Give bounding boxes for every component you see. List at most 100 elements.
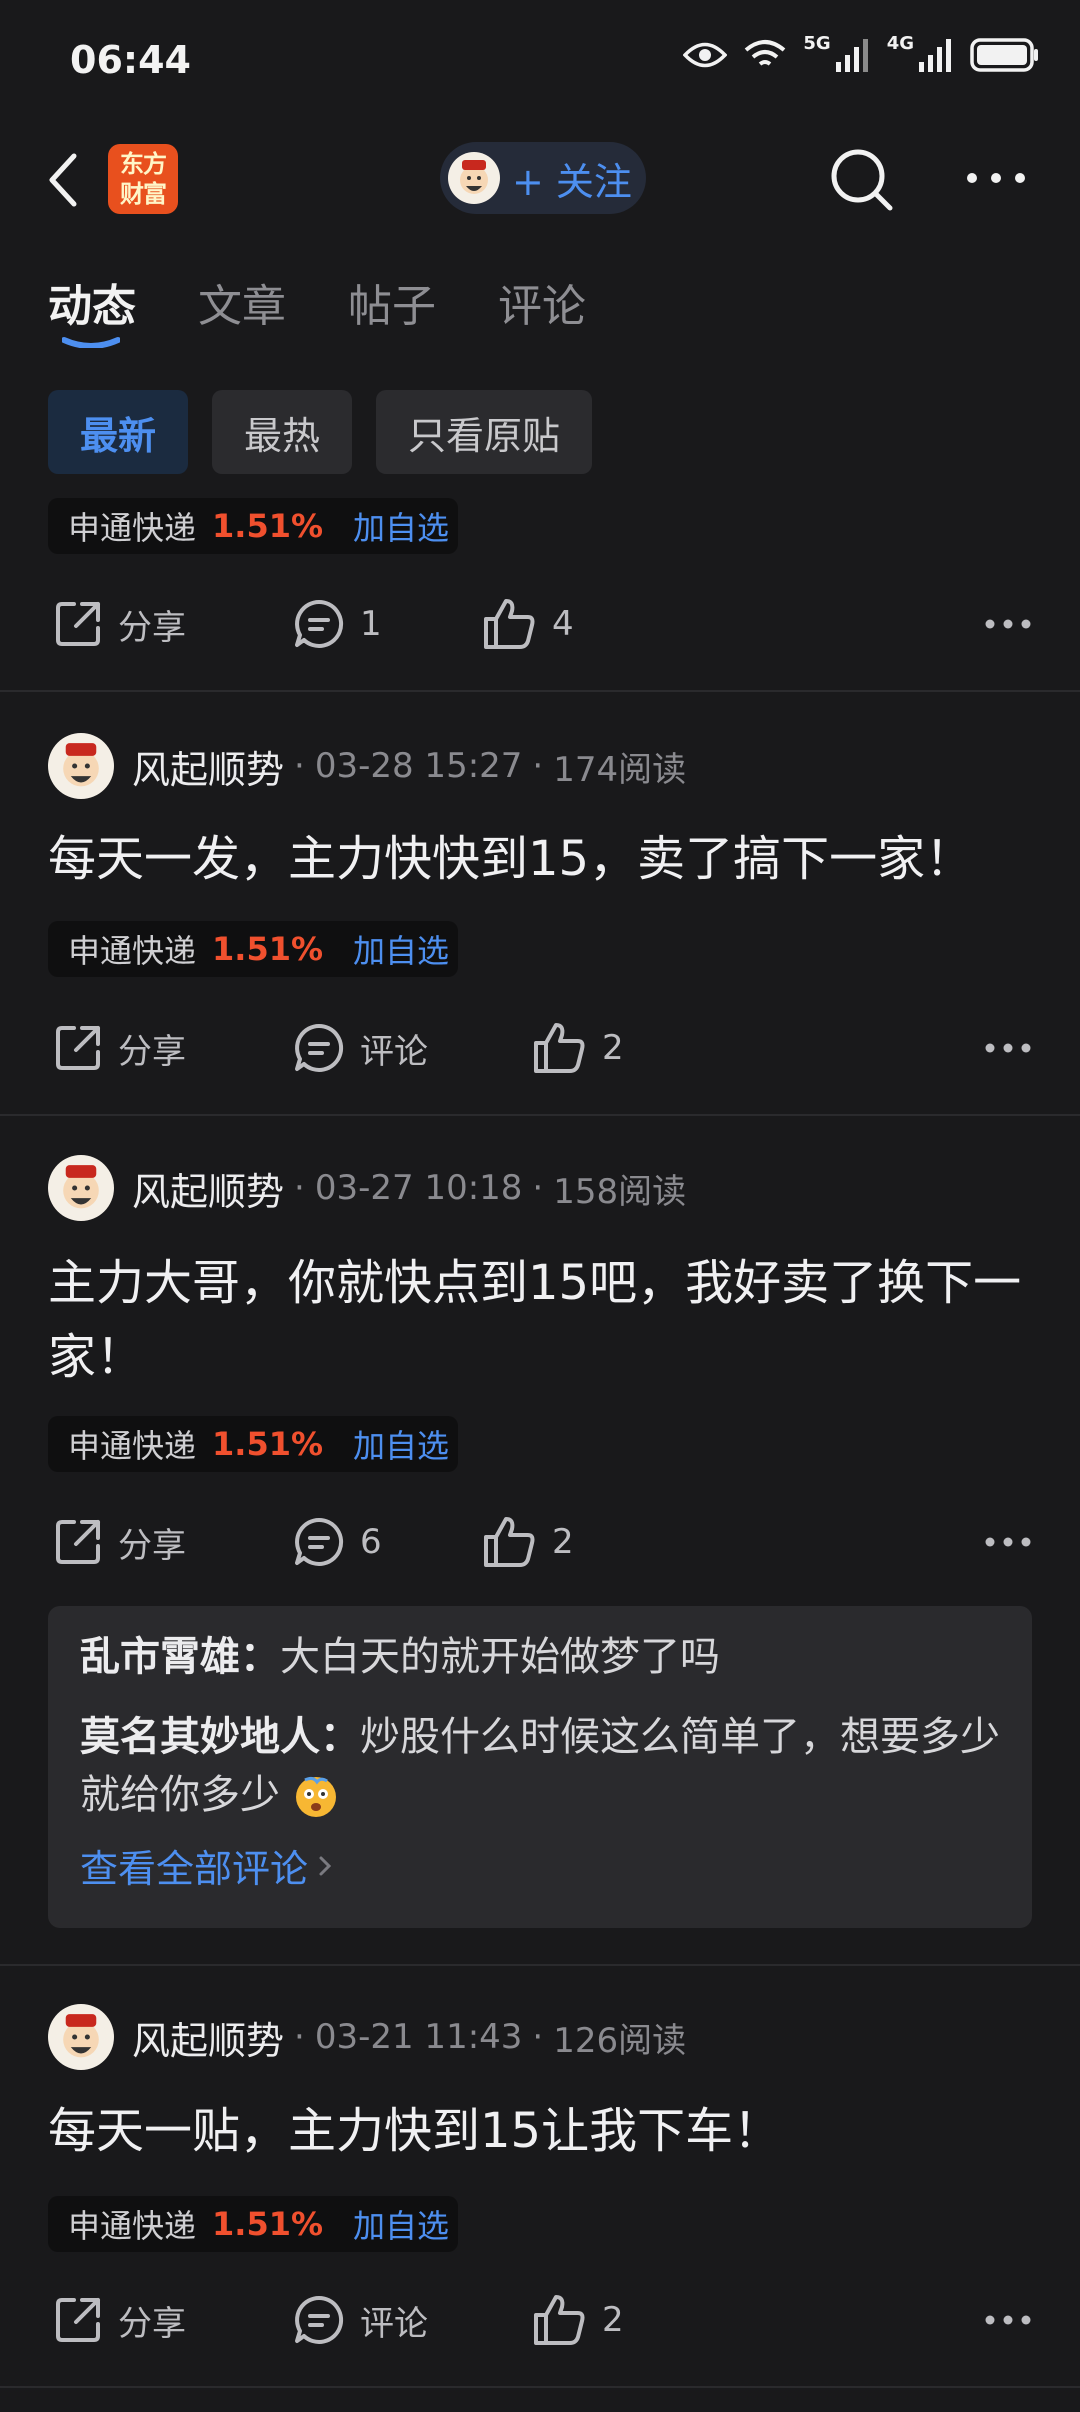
thumbs-up-icon bbox=[484, 599, 535, 649]
post-more-button[interactable] bbox=[984, 1008, 1032, 1088]
post-header: 风起顺势 · 03-28 15:27 · 174阅读 bbox=[48, 731, 686, 801]
share-button[interactable]: 分享 bbox=[52, 584, 186, 664]
fortune-god-avatar-icon bbox=[63, 2014, 99, 2058]
divider bbox=[0, 1114, 1080, 1116]
search-icon bbox=[831, 149, 893, 211]
post-header: 风起顺势 · 03-21 11:43 · 126阅读 bbox=[48, 2002, 686, 2072]
comment-icon bbox=[295, 1023, 344, 1072]
thumbs-up-icon bbox=[534, 1023, 585, 1073]
stock-tag[interactable]: 申通快递 1.51% 加自选 bbox=[48, 1416, 458, 1472]
post-more-button[interactable] bbox=[984, 2280, 1032, 2360]
colon: ： bbox=[240, 1634, 280, 1680]
separator-dot: · bbox=[532, 2017, 544, 2057]
tab-dynamics[interactable]: 动态 bbox=[48, 270, 136, 348]
back-button[interactable] bbox=[42, 148, 82, 212]
stock-change: 1.51% bbox=[212, 930, 324, 968]
filter-latest[interactable]: 最新 bbox=[48, 390, 189, 474]
stock-tag[interactable]: 申通快递 1.51% 加自选 bbox=[48, 498, 458, 554]
post-text[interactable]: 每天一发，主力快快到15，卖了搞下一家！ bbox=[48, 822, 1032, 896]
tab-posts[interactable]: 帖子 bbox=[348, 270, 436, 334]
wifi-icon bbox=[745, 40, 786, 66]
colon: ： bbox=[320, 1714, 360, 1760]
fortune-god-avatar-icon bbox=[460, 160, 488, 194]
post-text[interactable]: 主力大哥，你就快点到15吧，我好卖了换下一家！ bbox=[48, 1246, 1032, 1394]
tab-label: 评论 bbox=[498, 281, 586, 332]
tab-articles[interactable]: 文章 bbox=[198, 270, 286, 334]
app-logo[interactable]: 东方 财富 bbox=[108, 144, 178, 214]
share-label: 分享 bbox=[118, 2303, 186, 2344]
share-button[interactable]: 分享 bbox=[52, 1502, 186, 1582]
battery-icon bbox=[970, 38, 1038, 72]
stock-name: 申通快递 bbox=[68, 509, 197, 547]
comment-icon bbox=[295, 599, 344, 648]
top-nav-bar: 东方 财富 + 关注 bbox=[0, 130, 1080, 230]
view-all-comments-link[interactable]: 查看全部评论 bbox=[80, 1838, 1000, 1893]
comment-button[interactable]: 1 bbox=[292, 584, 382, 664]
author-name[interactable]: 风起顺势 bbox=[132, 1161, 284, 1216]
signal-icon bbox=[835, 39, 868, 72]
comments-preview[interactable]: 乱市霄雄：大白天的就开始做梦了吗 莫名其妙地人：炒股什么时候这么简单了，想要多少… bbox=[48, 1606, 1032, 1928]
fortune-god-avatar-icon bbox=[63, 1165, 99, 1209]
filter-original-only[interactable]: 只看原贴 bbox=[376, 390, 593, 474]
stock-tag[interactable]: 申通快递 1.51% 加自选 bbox=[48, 921, 458, 977]
commenter-name[interactable]: 乱市霄雄 bbox=[80, 1634, 240, 1680]
author-name[interactable]: 风起顺势 bbox=[132, 739, 284, 794]
more-dots-icon bbox=[985, 619, 1031, 629]
chevron-right-icon bbox=[319, 1856, 332, 1875]
like-count: 4 bbox=[552, 604, 574, 644]
comment-button[interactable]: 6 bbox=[292, 1502, 382, 1582]
thumbs-up-icon bbox=[534, 2295, 585, 2345]
post-actions: 分享 1 4 bbox=[48, 584, 1032, 664]
post-more-button[interactable] bbox=[984, 584, 1032, 664]
author-name[interactable]: 风起顺势 bbox=[132, 2010, 284, 2065]
divider bbox=[0, 1964, 1080, 1966]
user-avatar bbox=[448, 152, 500, 204]
app-logo-line1: 东方 bbox=[120, 150, 167, 178]
like-button[interactable]: 2 bbox=[532, 2280, 624, 2360]
separator-dot: · bbox=[532, 1168, 544, 1208]
more-dots-icon bbox=[985, 1537, 1031, 1547]
comment-label: 评论 bbox=[360, 2303, 428, 2344]
add-watchlist-link[interactable]: 加自选 bbox=[353, 1421, 449, 1467]
divider bbox=[0, 2386, 1080, 2388]
like-button[interactable]: 4 bbox=[482, 584, 574, 664]
like-button[interactable]: 2 bbox=[482, 1502, 574, 1582]
like-button[interactable]: 2 bbox=[532, 1008, 624, 1088]
author-avatar[interactable] bbox=[48, 733, 114, 799]
stock-name: 申通快递 bbox=[68, 932, 197, 970]
commenter-name[interactable]: 莫名其妙地人 bbox=[80, 1714, 320, 1760]
like-count: 2 bbox=[602, 2300, 624, 2340]
author-avatar[interactable] bbox=[48, 1155, 114, 1221]
stock-name: 申通快递 bbox=[68, 1427, 197, 1465]
follow-button[interactable]: + 关注 bbox=[440, 142, 646, 214]
add-watchlist-link[interactable]: 加自选 bbox=[353, 926, 449, 972]
separator-dot: · bbox=[294, 746, 305, 786]
add-watchlist-link[interactable]: 加自选 bbox=[353, 2201, 449, 2247]
share-button[interactable]: 分享 bbox=[52, 2280, 186, 2360]
stock-change: 1.51% bbox=[212, 1425, 324, 1463]
separator-dot: · bbox=[294, 2017, 305, 2057]
search-button[interactable] bbox=[826, 144, 898, 216]
share-button[interactable]: 分享 bbox=[52, 1008, 186, 1088]
comment-text: 大白天的就开始做梦了吗 bbox=[280, 1634, 720, 1680]
stock-tag[interactable]: 申通快递 1.51% 加自选 bbox=[48, 2196, 458, 2252]
post-more-button[interactable] bbox=[984, 1502, 1032, 1582]
divider bbox=[0, 690, 1080, 692]
filter-hottest[interactable]: 最热 bbox=[212, 390, 353, 474]
fortune-god-avatar-icon bbox=[63, 743, 99, 787]
app-logo-line2: 财富 bbox=[120, 180, 167, 208]
like-count: 2 bbox=[552, 1522, 574, 1562]
comment-button[interactable]: 评论 bbox=[292, 1008, 428, 1088]
like-count: 2 bbox=[602, 1028, 624, 1068]
tab-comments[interactable]: 评论 bbox=[498, 270, 586, 334]
author-avatar[interactable] bbox=[48, 2004, 114, 2070]
post-text[interactable]: 每天一贴，主力快到15让我下车！ bbox=[48, 2094, 1032, 2168]
comment-icon bbox=[295, 1517, 344, 1566]
comment-button[interactable]: 评论 bbox=[292, 2280, 428, 2360]
add-watchlist-link[interactable]: 加自选 bbox=[353, 503, 449, 549]
more-options-button[interactable] bbox=[960, 158, 1032, 198]
more-dots-icon bbox=[967, 173, 1025, 183]
stock-name: 申通快递 bbox=[68, 2207, 197, 2245]
share-icon bbox=[56, 2298, 100, 2342]
eye-icon bbox=[683, 42, 728, 68]
